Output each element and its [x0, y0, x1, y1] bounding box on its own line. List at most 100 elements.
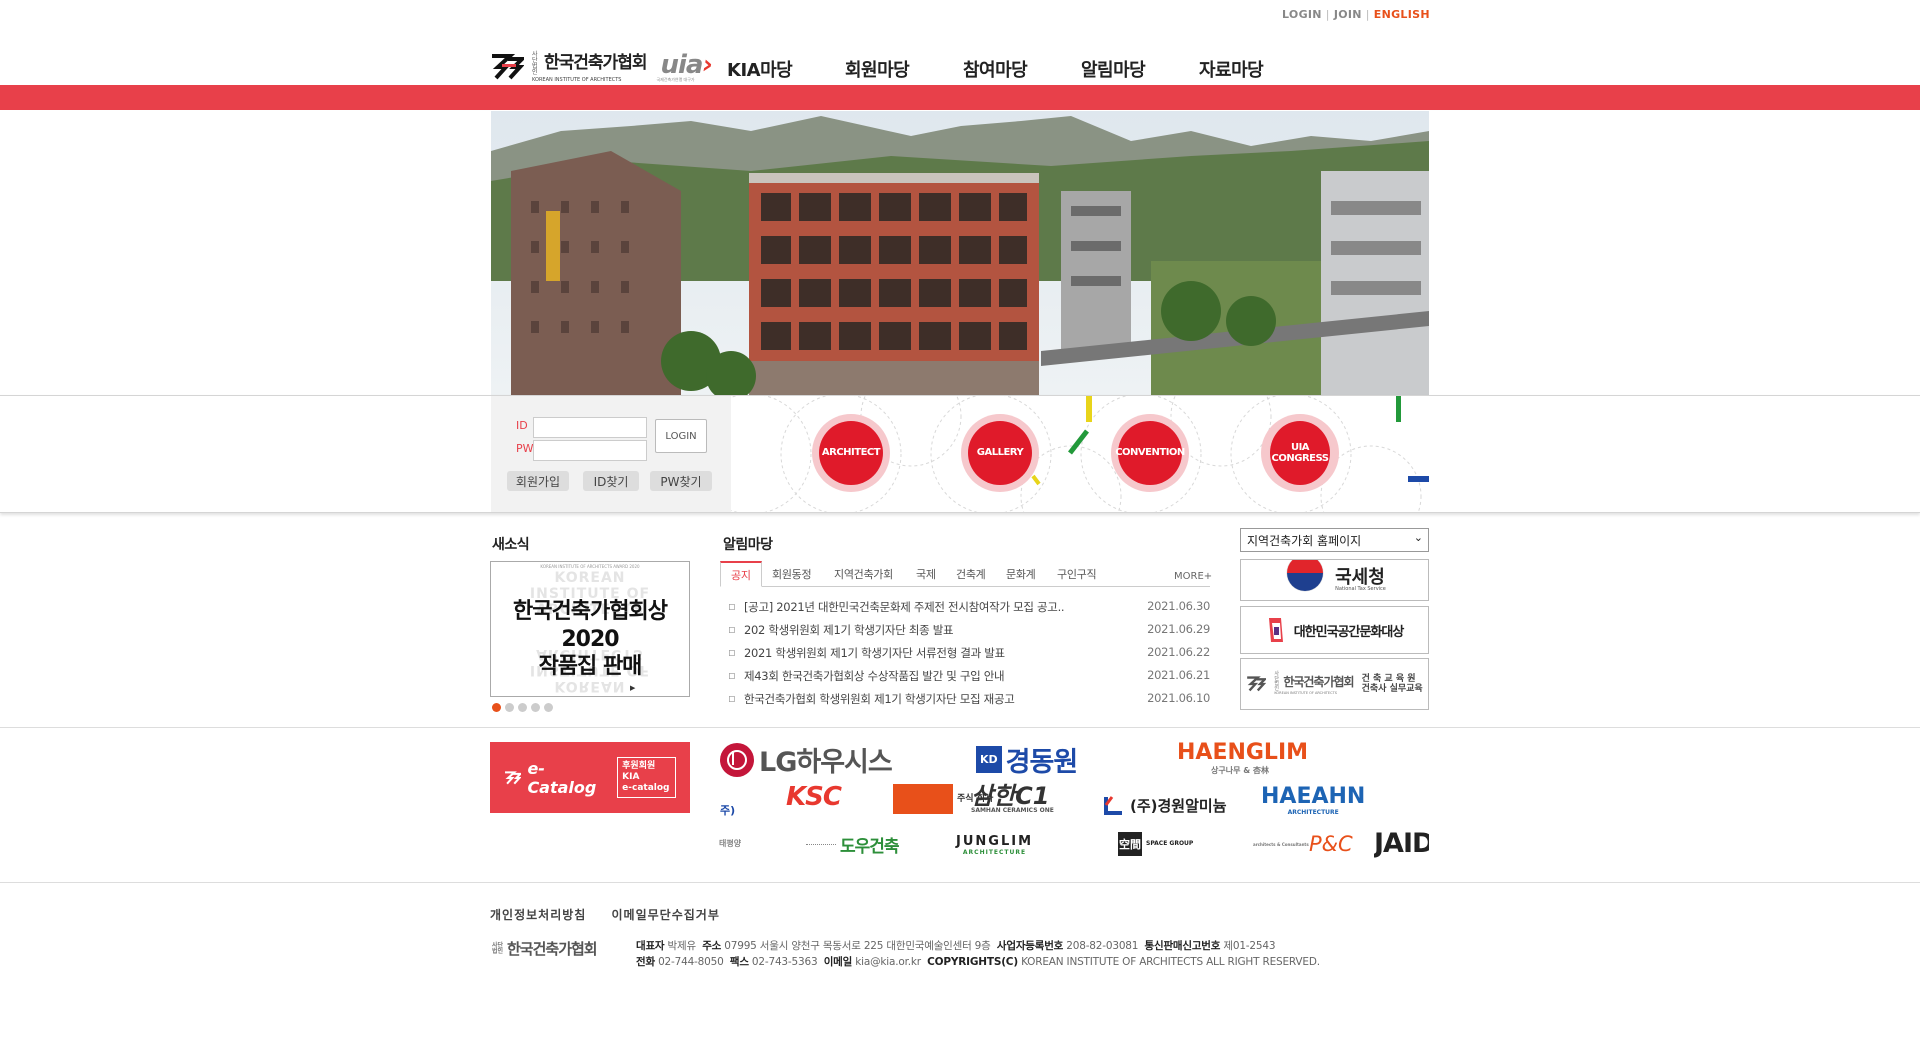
news-title: 새소식 [492, 537, 530, 553]
join-link[interactable]: JOIN [1334, 8, 1362, 21]
email-refusal-link[interactable]: 이메일무단수집거부 [612, 908, 720, 922]
uia-sub: 국제건축가연맹 대구가 [656, 77, 695, 82]
nav-resources[interactable]: 자료마당 [1199, 56, 1317, 82]
sponsor-haenglim[interactable]: HAENGLIM 상구나무 & 杏林 [1177, 740, 1308, 776]
sponsor-small1[interactable]: 태평양 [719, 838, 741, 849]
hero-image [491, 111, 1429, 395]
address-label: 주소 [702, 940, 722, 952]
english-link[interactable]: ENGLISH [1374, 8, 1430, 21]
slide-dot[interactable] [505, 703, 514, 712]
tab-regional[interactable]: 지역건축가회 [834, 561, 893, 587]
more-link[interactable]: MORE+ [1174, 571, 1212, 582]
find-pw-button[interactable]: PW찾기 [650, 471, 712, 491]
chevron-right-icon: › [702, 50, 713, 80]
sponsor-jaid[interactable]: JAID [1374, 828, 1429, 859]
slide-dot[interactable] [492, 703, 501, 712]
logo-prefix: 사단법인 [532, 50, 538, 76]
login-link[interactable]: LOGIN [1282, 8, 1322, 21]
uia-logo: uia [660, 50, 703, 80]
top-links: LOGIN | JOIN | ENGLISH [1282, 8, 1430, 21]
nav-red-bar [0, 85, 1920, 110]
sponsor-lg[interactable]: LG하우시스 [719, 740, 893, 779]
regional-select[interactable]: 지역건축가회 홈페이지 ⌄ [1240, 528, 1429, 552]
list-item[interactable]: ▫ 제43회 한국건축가협회상 수상작품집 발간 및 구입 안내 2021.06.2… [728, 668, 1210, 688]
divider [0, 882, 1920, 883]
sponsor-kyungwon[interactable]: (주)경원알미늄 [1102, 793, 1227, 817]
gallery-label: GALLERY [968, 421, 1032, 485]
list-item[interactable]: ▫ 202 학생위원회 제1기 학생기자단 최종 발표 2021.06.29 [728, 622, 1210, 642]
list-item[interactable]: ▫ 2021 학생위원회 제1기 학생기자단 서류전형 결과 발표 2021.06.… [728, 645, 1210, 665]
regional-select-value: 지역건축가회 홈페이지 [1247, 534, 1362, 548]
join-button[interactable]: 회원가입 [507, 471, 569, 491]
privacy-policy-link[interactable]: 개인정보처리방침 [490, 908, 586, 922]
tab-culture[interactable]: 문화계 [1006, 561, 1036, 587]
list-item[interactable]: ▫ 한국건축가협회 학생위원회 제1기 학생기자단 모집 재공고 2021.06.1… [728, 691, 1210, 711]
nts-banner[interactable]: 국세청 National Tax Service [1240, 559, 1429, 601]
email-label: 이메일 [823, 956, 853, 968]
notice-title-text: 한국건축가협회 학생위원회 제1기 학생기자단 모집 재공고 [744, 692, 1015, 706]
sponsor-space[interactable]: 空間 SPACE GROUP [1118, 832, 1193, 856]
sponsor-dowoo[interactable]: 도우건축 [806, 832, 900, 857]
ceo-label: 대표자 [636, 940, 665, 952]
site-logo[interactable]: 사단법인 한국건축가협회 KOREAN INSTITUTE OF ARCHITE… [490, 50, 713, 84]
play-icon: ▶ [630, 684, 636, 692]
news-card-tiny: KOREAN INSTITUTE OF ARCHITECTS AWARD 202… [540, 564, 640, 569]
tab-jobs[interactable]: 구인구직 [1057, 561, 1097, 587]
sponsor-haenglim-sub: 상구나무 & 杏林 [1211, 766, 1269, 775]
notice-date: 2021.06.29 [1147, 622, 1210, 636]
tab-international[interactable]: 국제 [916, 561, 936, 587]
notice-title-text: 2021 학생위원회 제1기 학생기자단 서류전형 결과 발표 [744, 646, 1005, 660]
nav-participation[interactable]: 참여마당 [963, 56, 1081, 82]
sponsor-samhan[interactable]: 주식 회사 삼한C1 SAMHAN CERAMICS ONE [893, 784, 1054, 814]
gallery-link[interactable]: GALLERY [961, 414, 1039, 492]
sponsor-pac-name: P&C [1309, 832, 1353, 856]
nav-members[interactable]: 회원마당 [845, 56, 963, 82]
uia-congress-link[interactable]: UIA CONGRESS [1261, 414, 1339, 492]
footer-logo-text: 한국건축가협회 [507, 940, 598, 958]
pw-input[interactable] [533, 440, 647, 461]
samhan-logo-icon [893, 784, 953, 814]
sponsor-ju[interactable]: 주) [720, 802, 735, 818]
ecatalog-box-line1: 후원회원KIA [622, 761, 656, 783]
sponsor-haeahn[interactable]: HAEAHN ARCHITECTURE [1261, 784, 1365, 816]
ecatalog-banner[interactable]: e-Catalog 후원회원KIA e-catalog [490, 742, 690, 813]
convention-link[interactable]: CONVENTION [1111, 414, 1189, 492]
tab-architecture[interactable]: 건축계 [956, 561, 986, 587]
sponsor-junglim[interactable]: JUNGLIM ARCHITECTURE [956, 834, 1033, 856]
edu-org: 한국건축가협회 [1283, 675, 1354, 690]
nav-kia[interactable]: KIA마당 [727, 56, 845, 82]
news-card-headline: 한국건축가협회상 2020 [513, 599, 668, 652]
tel-label: 전화 [636, 956, 655, 968]
id-input[interactable] [533, 417, 647, 438]
architect-link[interactable]: ARCHITECT [812, 414, 890, 492]
biz-label: 사업자등록번호 [996, 940, 1064, 952]
slide-dot[interactable] [518, 703, 527, 712]
news-card-ghost: KOREAN [554, 570, 626, 586]
kdw-logo-icon: KD [976, 746, 1002, 773]
login-button[interactable]: LOGIN [655, 419, 707, 453]
slide-dot[interactable] [531, 703, 540, 712]
quick-links: ARCHITECT GALLERY CONVENTION UIA CONGRES… [731, 396, 1429, 512]
tab-notice[interactable]: 공지 [720, 561, 762, 587]
mail-order-value: 제01-2543 [1223, 940, 1276, 952]
ecatalog-box-line2: e-catalog [622, 782, 670, 793]
list-item[interactable]: ▫ [공고] 2021년 대한민국건축문화제 주제전 전시참여작가 모집 공고..… [728, 599, 1210, 619]
nav-notices[interactable]: 알림마당 [1081, 56, 1199, 82]
sponsor-pac[interactable]: architects & Consultants P&C [1253, 832, 1353, 856]
address-value: 07995 서울시 양천구 목동서로 225 대한민국예술인센터 9층 [724, 940, 991, 952]
kia-logo-icon [490, 53, 527, 81]
uia-congress-label: UIA CONGRESS [1270, 421, 1330, 485]
nts-emblem-icon [1286, 560, 1324, 592]
sponsor-ksc[interactable]: KSC [786, 782, 842, 812]
sponsor-kdw[interactable]: KD 경동원 [976, 740, 1078, 779]
edu-org-en: KOREAN INSTITUTE OF ARCHITECTS [1274, 691, 1337, 696]
education-banner[interactable]: 사단법인 한국건축가협회 KOREAN INSTITUTE OF ARCHITEC… [1240, 658, 1429, 710]
news-card[interactable]: KOREAN INSTITUTE OF ARCHITECTS AWARD 202… [490, 561, 690, 697]
tab-member-news[interactable]: 회원동정 [772, 561, 812, 587]
find-id-button[interactable]: ID찾기 [583, 471, 639, 491]
edu-prefix: 사단법인 [1274, 671, 1279, 693]
space-culture-banner[interactable]: 대한민국공간문화대상 [1240, 606, 1429, 654]
bullet-icon: ▫ [728, 645, 736, 659]
slide-dot[interactable] [544, 703, 553, 712]
lg-logo-icon [720, 742, 754, 777]
